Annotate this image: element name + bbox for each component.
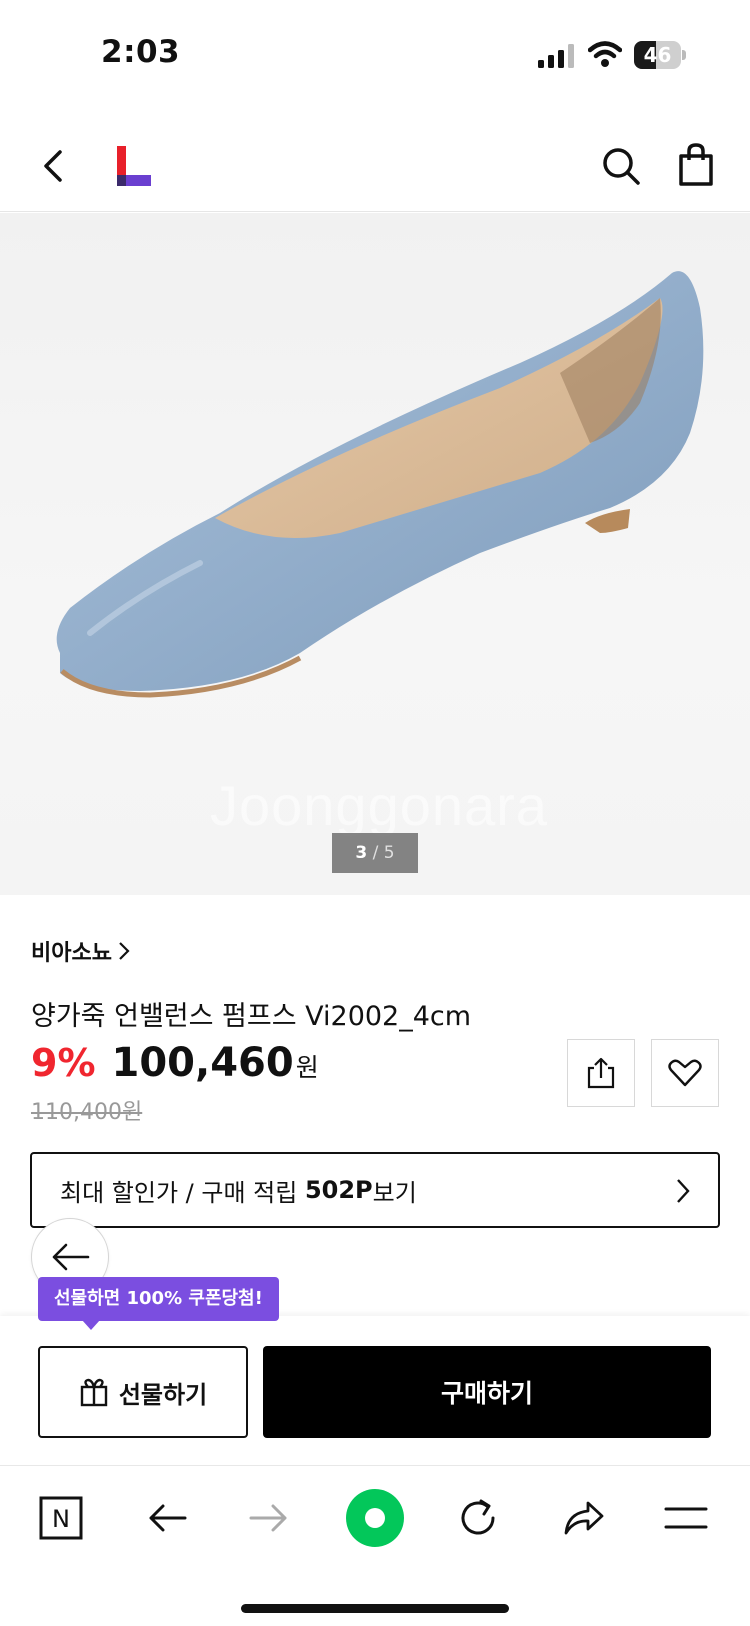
buy-button-label: 구매하기 [440,1379,533,1408]
browser-forward-button[interactable] [241,1490,297,1546]
green-dot-icon [346,1489,404,1547]
gift-button[interactable]: 선물하기 [38,1346,248,1438]
price-row: 9% 100,460 원 [31,1040,319,1086]
chevron-left-icon[interactable] [36,146,72,186]
gift-button-label: 선물하기 [118,1380,208,1409]
buy-button[interactable]: 구매하기 [263,1346,711,1438]
browser-menu-button[interactable] [658,1490,714,1546]
reload-icon [461,1499,495,1535]
shopping-bag-icon[interactable] [676,142,716,188]
forward-share-icon [564,1501,604,1535]
arrow-left-icon [149,1504,187,1532]
wifi-icon [588,41,622,67]
brand-name: 비아소뇨 [31,941,112,966]
share-button[interactable] [567,1039,635,1107]
arrow-right-icon [249,1504,287,1532]
watermark: Joonggonara [210,774,548,837]
battery-text: 46 [643,43,672,67]
product-image-gallery[interactable]: Joonggonara 3 / 5 [0,213,750,895]
search-icon[interactable] [600,145,642,187]
status-bar: 2:03 46 [0,0,750,110]
original-price: 110,400원 [31,1100,143,1125]
share-icon [587,1057,615,1089]
home-indicator [241,1604,509,1613]
app-header [0,120,750,212]
discount-rate: 9% [31,1041,96,1085]
battery-indicator: 46 [634,41,686,69]
price-unit: 원 [295,1053,319,1082]
browser-back-button[interactable] [139,1490,195,1546]
chevron-right-icon [119,942,130,960]
naver-n-label: N [52,1505,70,1533]
browser-toolbar: N [0,1465,750,1626]
image-separator: / [367,843,384,863]
max-discount-benefit-button[interactable]: 최대 할인가 / 구매 적립 502P 보기 [30,1152,720,1228]
lotte-on-logo[interactable] [117,146,151,186]
benefit-points: 502P [304,1176,373,1204]
gift-icon [80,1378,108,1407]
cellular-signal-icon [538,44,574,68]
browser-reload-button[interactable] [450,1490,506,1546]
green-dot-button[interactable] [343,1486,407,1550]
image-total-count: 5 [383,843,395,863]
gift-promo-tooltip: 선물하면 100% 쿠폰당첨! [38,1277,279,1330]
product-title: 양가죽 언밸런스 펌프스 Vi2002_4cm [31,1001,472,1032]
image-page-counter: 3 / 5 [332,833,418,873]
heart-icon [668,1059,702,1087]
brand-link[interactable]: 비아소뇨 [31,935,130,967]
benefit-suffix: 보기 [372,1178,417,1207]
image-current-index: 3 [355,843,368,863]
hamburger-menu-icon [664,1507,708,1529]
chevron-right-icon [677,1179,690,1203]
naver-home-button[interactable]: N [33,1490,89,1546]
naver-n-icon: N [39,1496,83,1540]
sale-price: 100,460 [111,1040,294,1086]
benefit-prefix: 최대 할인가 / 구매 적립 [60,1178,305,1207]
status-time: 2:03 [101,34,181,70]
wishlist-button[interactable] [651,1039,719,1107]
arrow-left-icon [52,1243,90,1271]
browser-share-button[interactable] [556,1490,612,1546]
